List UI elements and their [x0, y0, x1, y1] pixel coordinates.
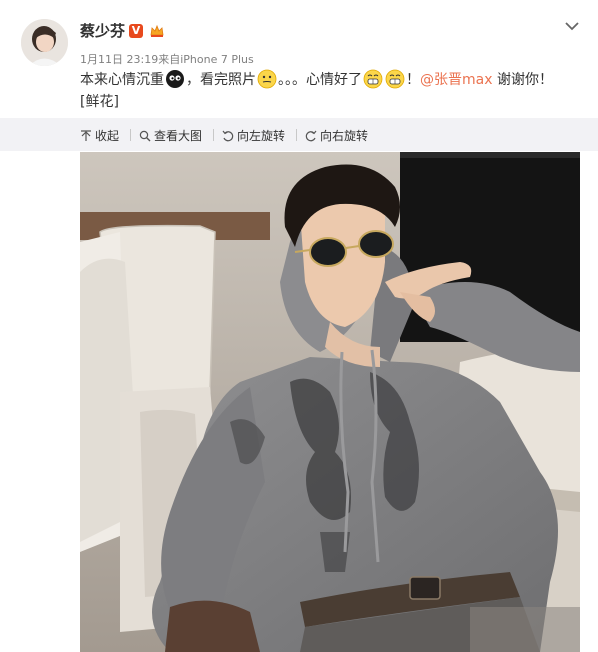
rotate-left-icon — [222, 130, 234, 141]
rotate-right-button[interactable]: 向右旋转 — [305, 127, 368, 144]
grin-emoji-icon — [363, 69, 383, 89]
rotate-right-icon — [305, 130, 317, 141]
avatar[interactable] — [21, 19, 68, 66]
username[interactable]: 蔡少芬 — [80, 20, 125, 41]
view-large-label: 查看大图 — [154, 129, 203, 143]
upload-arrow-icon — [81, 129, 91, 141]
post-text: 谢谢你！ — [492, 72, 553, 88]
toolbar-divider — [130, 129, 131, 141]
dropdown-chevron-icon[interactable] — [563, 17, 581, 35]
grin-emoji-icon — [385, 69, 405, 89]
rotate-right-label: 向右旋转 — [320, 129, 369, 143]
post-source: 来自iPhone 7 Plus — [158, 53, 254, 66]
mention-link[interactable]: @张晋max — [420, 72, 493, 88]
post-text: ，看完照片 — [186, 72, 256, 88]
rotate-left-label: 向左旋转 — [237, 129, 286, 143]
post-text: 。。。心情好了 — [278, 72, 362, 88]
verified-v-icon: V — [129, 24, 143, 38]
flower-emoji-tag: [鲜花] — [80, 94, 119, 110]
post-meta: 1月11日 23:19来自iPhone 7 Plus — [80, 51, 254, 67]
timestamp[interactable]: 1月11日 23:19 — [80, 53, 158, 66]
collapse-button[interactable]: 收起 — [80, 127, 119, 144]
image-toolbar: 收起 查看大图 向左旋转 向右旋转 — [0, 118, 598, 151]
weibo-post: 蔡少芬 V 1月11日 23:19来自iPhone 7 Plus 本来心情沉重 ，… — [0, 0, 598, 652]
black-ball-emoji-icon — [166, 70, 184, 88]
post-text: ！ — [406, 72, 420, 88]
awkward-face-emoji-icon — [257, 69, 277, 89]
magnifier-icon — [139, 130, 151, 141]
toolbar-divider — [213, 129, 214, 141]
collapse-label: 收起 — [95, 129, 120, 143]
toolbar-divider — [296, 129, 297, 141]
post-photo[interactable] — [80, 152, 580, 652]
post-text: 本来心情沉重 — [80, 72, 164, 88]
vip-crown-icon[interactable] — [149, 23, 165, 39]
rotate-left-button[interactable]: 向左旋转 — [222, 127, 285, 144]
post-content: 本来心情沉重 ，看完照片 。。。心情好了 ！@张晋max 谢谢你！ [鲜花] — [80, 69, 584, 113]
view-large-button[interactable]: 查看大图 — [139, 127, 202, 144]
